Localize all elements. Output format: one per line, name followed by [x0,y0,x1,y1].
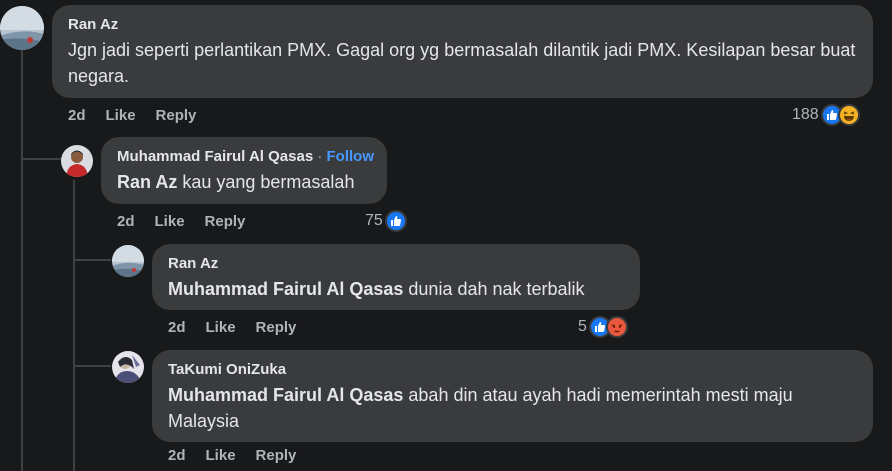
avatar[interactable] [0,6,44,50]
comment-text: Jgn jadi seperti perlantikan PMX. Gagal … [68,40,856,86]
reaction-summary[interactable]: 75 [365,210,407,232]
avatar[interactable] [112,351,144,383]
comment-bubble: Ran Az Jgn jadi seperti perlantikan PMX.… [52,5,873,98]
thread-line [21,158,61,160]
like-button[interactable]: Like [106,107,136,124]
comment-bubble: Muhammad Fairul Al Qasas · Follow Ran Az… [101,137,387,204]
comment-time[interactable]: 2d [117,213,135,230]
mention-link[interactable]: Muhammad Fairul Al Qasas [168,279,403,299]
reaction-summary[interactable]: 188 [792,104,860,126]
mention-link[interactable]: Muhammad Fairul Al Qasas [168,385,403,405]
comment-author[interactable]: Ran Az [68,15,857,35]
reply-button[interactable]: Reply [205,213,246,230]
reaction-count: 188 [792,106,819,123]
comment-time[interactable]: 2d [68,107,86,124]
thread-line [73,259,111,261]
reply-button[interactable]: Reply [256,447,297,464]
like-icon [384,210,407,232]
like-button[interactable]: Like [206,447,236,464]
comment-bubble: Ran Az Muhammad Fairul Al Qasas dunia da… [152,244,640,310]
comment-thread: Ran Az Jgn jadi seperti perlantikan PMX.… [0,0,892,471]
comment-text: Ran Az kau yang bermasalah [117,169,371,195]
reply-button[interactable]: Reply [156,107,197,124]
avatar[interactable] [112,245,144,277]
comment-actions: 2d Like Reply [168,319,316,336]
comment-actions: 2d Like Reply [68,107,216,124]
comment-time[interactable]: 2d [168,447,186,464]
comment-author[interactable]: Ran Az [168,254,624,274]
comment-author[interactable]: Muhammad Fairul Al Qasas [117,148,313,165]
comment-actions: 2d Like Reply [117,213,265,230]
like-button[interactable]: Like [206,319,236,336]
angry-icon [605,316,628,338]
comment-author[interactable]: TaKumi OniZuka [168,360,857,380]
comment-text: Muhammad Fairul Al Qasas dunia dah nak t… [168,276,624,302]
comment-actions: 2d Like Reply [168,447,316,464]
comment-body: dunia dah nak terbalik [403,279,585,299]
comment-bubble: TaKumi OniZuka Muhammad Fairul Al Qasas … [152,350,873,442]
follow-button[interactable]: Follow [327,148,375,165]
haha-icon [837,104,860,126]
comment-author-row: Muhammad Fairul Al Qasas · Follow [117,147,374,167]
reaction-count: 5 [578,318,587,335]
comment-body: kau yang bermasalah [177,172,355,192]
like-button[interactable]: Like [155,213,185,230]
avatar[interactable] [61,145,93,177]
reaction-count: 75 [365,212,383,229]
thread-line [73,180,75,471]
reaction-summary[interactable]: 5 [578,316,628,338]
thread-line [73,365,111,367]
thread-line [21,50,23,471]
reply-button[interactable]: Reply [256,319,297,336]
separator: · [313,148,327,165]
mention-link[interactable]: Ran Az [117,172,177,192]
comment-text: Muhammad Fairul Al Qasas abah din atau a… [168,382,857,434]
comment-time[interactable]: 2d [168,319,186,336]
